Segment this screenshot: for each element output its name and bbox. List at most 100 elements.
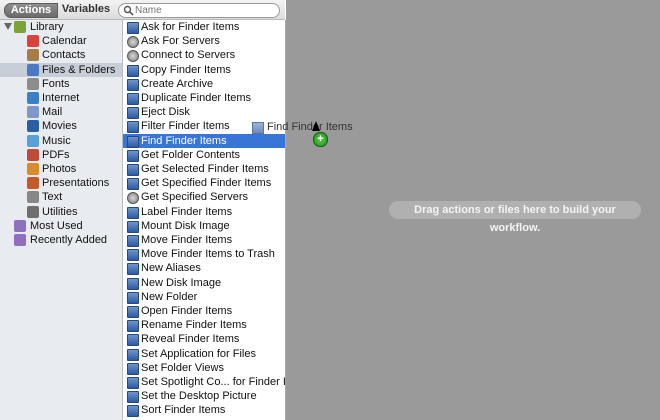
calendar-icon bbox=[27, 35, 39, 48]
action-item[interactable]: Get Folder Contents bbox=[123, 148, 285, 162]
library-item-label: Contacts bbox=[42, 49, 86, 62]
action-item-label: Duplicate Finder Items bbox=[141, 92, 252, 104]
text-icon bbox=[27, 191, 39, 204]
action-item[interactable]: Open Finder Items bbox=[123, 304, 285, 318]
action-item-label: Eject Disk bbox=[141, 106, 190, 119]
action-item-label: Move Finder Items bbox=[141, 234, 233, 246]
automator-action-icon bbox=[127, 334, 139, 347]
pdf-icon bbox=[27, 148, 39, 161]
workflow-hint: Drag actions or files here to build your… bbox=[389, 201, 641, 234]
action-item[interactable]: Find Finder Items bbox=[123, 133, 285, 148]
photos-icon bbox=[27, 163, 39, 175]
automator-action-icon bbox=[127, 107, 139, 120]
action-item[interactable]: Label Finder Items bbox=[123, 205, 285, 219]
action-item[interactable]: Set Spotlight Co... for Finder Items bbox=[123, 375, 310, 389]
action-item-label: Set the Desktop Picture bbox=[141, 390, 257, 403]
action-item[interactable]: Move Finder Items to Trash bbox=[123, 247, 285, 262]
automator-action-icon bbox=[127, 22, 139, 34]
library-item[interactable]: Presentations bbox=[0, 176, 122, 190]
action-item[interactable]: New Folder bbox=[123, 290, 285, 304]
movies-icon bbox=[27, 120, 39, 133]
library-item[interactable]: Movies bbox=[0, 119, 122, 133]
library-item[interactable]: Text bbox=[0, 190, 122, 204]
action-item[interactable]: Set Folder Views bbox=[123, 361, 285, 375]
action-item[interactable]: Ask for Finder Items bbox=[123, 20, 285, 34]
action-item[interactable]: Mount Disk Image bbox=[123, 219, 285, 233]
library-item[interactable]: Library bbox=[0, 20, 122, 34]
library-item[interactable]: Utilities bbox=[0, 205, 122, 219]
library-item-label: Utilities bbox=[42, 205, 78, 218]
presentations-icon bbox=[27, 177, 39, 190]
automator-action-icon bbox=[127, 277, 139, 290]
action-item[interactable]: Get Specified Servers bbox=[123, 190, 285, 205]
workflow-area[interactable]: Drag actions or files here to build your… bbox=[286, 0, 660, 420]
automator-action-icon bbox=[127, 249, 139, 262]
library-item[interactable]: Photos bbox=[0, 162, 122, 176]
disclosure-triangle-icon[interactable] bbox=[4, 23, 12, 30]
action-item-label: Copy Finder Items bbox=[141, 63, 231, 76]
action-item[interactable]: Get Specified Finder Items bbox=[123, 176, 285, 191]
action-item[interactable]: Set Application for Files bbox=[123, 347, 285, 361]
action-item[interactable]: Set the Desktop Picture bbox=[123, 389, 285, 404]
automator-action-icon bbox=[252, 122, 264, 134]
action-item-label: Create Archive bbox=[141, 77, 214, 90]
library-item[interactable]: Music bbox=[0, 134, 122, 148]
action-item-label: Open Finder Items bbox=[141, 305, 233, 317]
action-item[interactable]: Rename Finder Items bbox=[123, 318, 285, 333]
library-item-label: Mail bbox=[42, 106, 63, 119]
search-input[interactable] bbox=[135, 4, 273, 17]
action-item[interactable]: New Aliases bbox=[123, 261, 285, 276]
drag-ghost-label: Find Finder Items bbox=[267, 121, 353, 133]
library-item[interactable]: Calendar bbox=[0, 34, 122, 48]
action-item[interactable]: Copy Finder Items bbox=[123, 63, 285, 77]
automator-action-icon bbox=[127, 206, 139, 219]
smart-folder-icon bbox=[14, 234, 26, 246]
variables-tab[interactable]: Variables bbox=[58, 3, 114, 16]
automator-action-icon bbox=[127, 178, 139, 191]
action-item-label: Ask for Finder Items bbox=[141, 21, 240, 33]
action-item-label: Get Folder Contents bbox=[141, 148, 241, 161]
automator-action-icon bbox=[127, 362, 139, 375]
action-item-label: Rename Finder Items bbox=[141, 319, 247, 332]
action-item-label: Mount Disk Image bbox=[141, 219, 230, 232]
automator-action-icon bbox=[127, 135, 139, 148]
library-item[interactable]: Files & Folders bbox=[0, 62, 122, 77]
library-item-label: Library bbox=[30, 21, 64, 33]
action-item-label: Sort Finder Items bbox=[141, 404, 226, 417]
actions-tab[interactable]: Actions bbox=[4, 3, 58, 18]
library-item[interactable]: Most Used bbox=[0, 219, 122, 233]
library-item-label: Fonts bbox=[42, 77, 70, 90]
action-item[interactable]: New Disk Image bbox=[123, 276, 285, 290]
library-item[interactable]: PDFs bbox=[0, 148, 122, 162]
library-item[interactable]: Fonts bbox=[0, 77, 122, 91]
search-field[interactable] bbox=[118, 3, 280, 18]
server-icon bbox=[127, 192, 139, 205]
action-item-label: Label Finder Items bbox=[141, 205, 233, 218]
action-item-label: Move Finder Items to Trash bbox=[141, 248, 275, 261]
library-item[interactable]: Contacts bbox=[0, 48, 122, 62]
action-item[interactable]: Ask For Servers bbox=[123, 34, 285, 49]
action-item-label: Filter Finder Items bbox=[141, 120, 230, 133]
action-item[interactable]: Move Finder Items bbox=[123, 233, 285, 247]
library-item[interactable]: Internet bbox=[0, 91, 122, 105]
library-item-label: Text bbox=[42, 191, 63, 204]
action-item-label: Connect to Servers bbox=[141, 49, 236, 62]
action-item[interactable]: Connect to Servers bbox=[123, 48, 285, 63]
library-item[interactable]: Mail bbox=[0, 105, 122, 119]
action-item-label: Reveal Finder Items bbox=[141, 333, 240, 346]
library-item-label: Internet bbox=[42, 92, 80, 104]
action-item[interactable]: Duplicate Finder Items bbox=[123, 91, 285, 105]
library-item[interactable]: Recently Added bbox=[0, 233, 122, 247]
action-item[interactable]: Get Selected Finder Items bbox=[123, 162, 285, 176]
internet-icon bbox=[27, 92, 39, 104]
automator-action-icon bbox=[127, 263, 139, 276]
action-item-label: Set Spotlight Co... for Finder Items bbox=[141, 376, 310, 388]
action-item[interactable]: Eject Disk bbox=[123, 105, 285, 120]
fonts-icon bbox=[27, 77, 39, 90]
action-item[interactable]: Sort Finder Items bbox=[123, 403, 285, 418]
automator-action-icon bbox=[127, 64, 139, 77]
automator-action-icon bbox=[127, 405, 139, 418]
action-item[interactable]: Create Archive bbox=[123, 77, 285, 91]
action-item-label: Ask For Servers bbox=[141, 35, 220, 48]
action-item[interactable]: Reveal Finder Items bbox=[123, 332, 285, 347]
